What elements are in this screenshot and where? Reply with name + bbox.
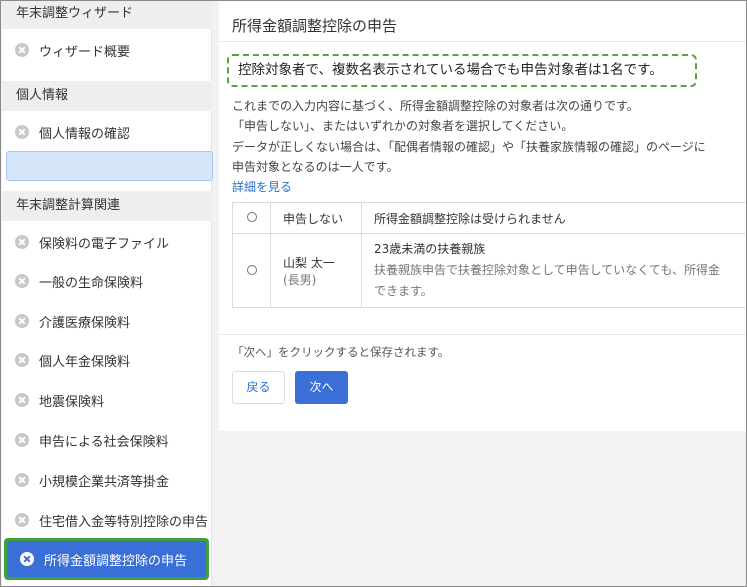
- radio-button[interactable]: [246, 264, 257, 275]
- sidebar-item-label: 個人情報の確認: [39, 126, 131, 142]
- sidebar-item-pension-insurance[interactable]: 個人年金保険料: [2, 341, 212, 379]
- sidebar-item-label: 介護医療保険料: [39, 315, 131, 331]
- description-line: 「申告しない」、またはいずれかの対象者を選択してください。: [232, 119, 574, 133]
- sidebar-item-medical-insurance[interactable]: 介護医療保険料: [2, 302, 212, 340]
- close-circle-icon: [15, 513, 29, 527]
- table-row[interactable]: 山梨 太一 (長男) 23歳未満の扶養親族 扶養親族申告で扶養控除対象として申告…: [232, 233, 746, 308]
- sidebar-item-income-adjustment[interactable]: 所得金額調整控除の申告: [4, 538, 209, 580]
- sidebar-item-insurance-file[interactable]: 保険料の電子ファイル: [2, 223, 212, 261]
- sidebar-item-label: 個人年金保険料: [39, 354, 131, 370]
- close-circle-icon: [15, 43, 29, 57]
- sidebar-item-wizard-overview[interactable]: ウィザード概要: [2, 31, 212, 69]
- next-button[interactable]: 次へ: [295, 371, 348, 404]
- close-circle-icon: [15, 274, 29, 288]
- page-title: 所得金額調整控除の申告: [232, 17, 398, 35]
- option-name-cell: 山梨 太一 (長男): [270, 233, 362, 308]
- sidebar-item-label: 住宅借入金等特別控除の申告: [39, 514, 209, 530]
- sidebar-section-wizard: 年末調整ウィザード: [2, 1, 212, 29]
- option-description-cell: 23歳未満の扶養親族 扶養親族申告で扶養控除対象として申告していなくても、所得金…: [361, 233, 746, 308]
- table-row[interactable]: 申告しない 所得金額調整控除は受けられません: [232, 202, 746, 234]
- option-note: できます。: [374, 284, 433, 298]
- close-circle-icon: [20, 552, 34, 566]
- description-line: データが正しくない場合は、「配偶者情報の確認」や「扶養家族情報の確認」のページに: [232, 140, 706, 154]
- sidebar-section-personal: 個人情報: [2, 81, 212, 111]
- sidebar-item-social-insurance[interactable]: 申告による社会保険料: [2, 421, 212, 459]
- sidebar-item-label: 申告による社会保険料: [39, 434, 169, 450]
- close-circle-icon: [15, 314, 29, 328]
- description-line: これまでの入力内容に基づく、所得金額調整控除の対象者は次の通りです。: [232, 99, 639, 113]
- details-link[interactable]: 詳細を見る: [232, 178, 292, 195]
- options-table: 申告しない 所得金額調整控除は受けられません 山梨 太一 (長男) 23歳未満の…: [232, 202, 746, 308]
- option-description: 所得金額調整控除は受けられません: [361, 202, 746, 234]
- option-name: 申告しない: [270, 202, 362, 234]
- back-button[interactable]: 戻る: [232, 371, 285, 404]
- sidebar: 年末調整ウィザード ウィザード概要 個人情報 個人情報の確認 年末調整計算関連 …: [2, 1, 213, 586]
- close-circle-icon: [15, 125, 29, 139]
- sidebar-item-life-insurance[interactable]: 一般の生命保険料: [2, 262, 212, 300]
- app-frame: 年末調整ウィザード ウィザード概要 個人情報 個人情報の確認 年末調整計算関連 …: [0, 0, 747, 587]
- option-relation: (長男): [283, 272, 317, 287]
- main-panel: 所得金額調整控除の申告 控除対象者で、複数名表示されている場合でも申告対象者は1…: [219, 1, 746, 431]
- radio-button[interactable]: [246, 212, 257, 222]
- sidebar-section-calc: 年末調整計算関連: [2, 191, 212, 221]
- sidebar-item-personal-info[interactable]: 個人情報の確認: [2, 113, 212, 151]
- close-circle-icon: [15, 353, 29, 367]
- sidebar-item-earthquake-insurance[interactable]: 地震保険料: [2, 381, 212, 419]
- sidebar-item-housing-loan[interactable]: 住宅借入金等特別控除の申告: [2, 501, 212, 539]
- option-note: 扶養親族申告で扶養控除対象として申告していなくても、所得金: [374, 263, 720, 277]
- sidebar-item-label: 小規模企業共済等掛金: [39, 474, 170, 490]
- close-circle-icon: [15, 473, 29, 487]
- divider: [219, 334, 746, 335]
- sidebar-item-label: ウィザード概要: [39, 44, 131, 60]
- close-circle-icon: [15, 393, 29, 407]
- blurred-field: [6, 151, 213, 181]
- notice-box: 控除対象者で、複数名表示されている場合でも申告対象者は1名です。: [227, 54, 697, 87]
- description-line: 申告対象となるのは一人です。: [232, 160, 399, 174]
- save-note: 「次へ」をクリックすると保存されます。: [232, 345, 450, 359]
- radio-cell[interactable]: [232, 202, 271, 234]
- radio-cell[interactable]: [232, 233, 271, 308]
- sidebar-item-label: 所得金額調整控除の申告: [44, 553, 188, 569]
- sidebar-item-small-business-mutual[interactable]: 小規模企業共済等掛金: [2, 461, 212, 499]
- close-circle-icon: [15, 235, 29, 249]
- option-name: 山梨 太一: [283, 255, 335, 270]
- close-circle-icon: [15, 433, 29, 447]
- sidebar-item-label: 地震保険料: [39, 394, 105, 410]
- divider: [219, 41, 746, 42]
- sidebar-item-label: 一般の生命保険料: [39, 275, 144, 291]
- sidebar-item-label: 保険料の電子ファイル: [39, 236, 170, 252]
- option-description: 23歳未満の扶養親族: [374, 242, 486, 256]
